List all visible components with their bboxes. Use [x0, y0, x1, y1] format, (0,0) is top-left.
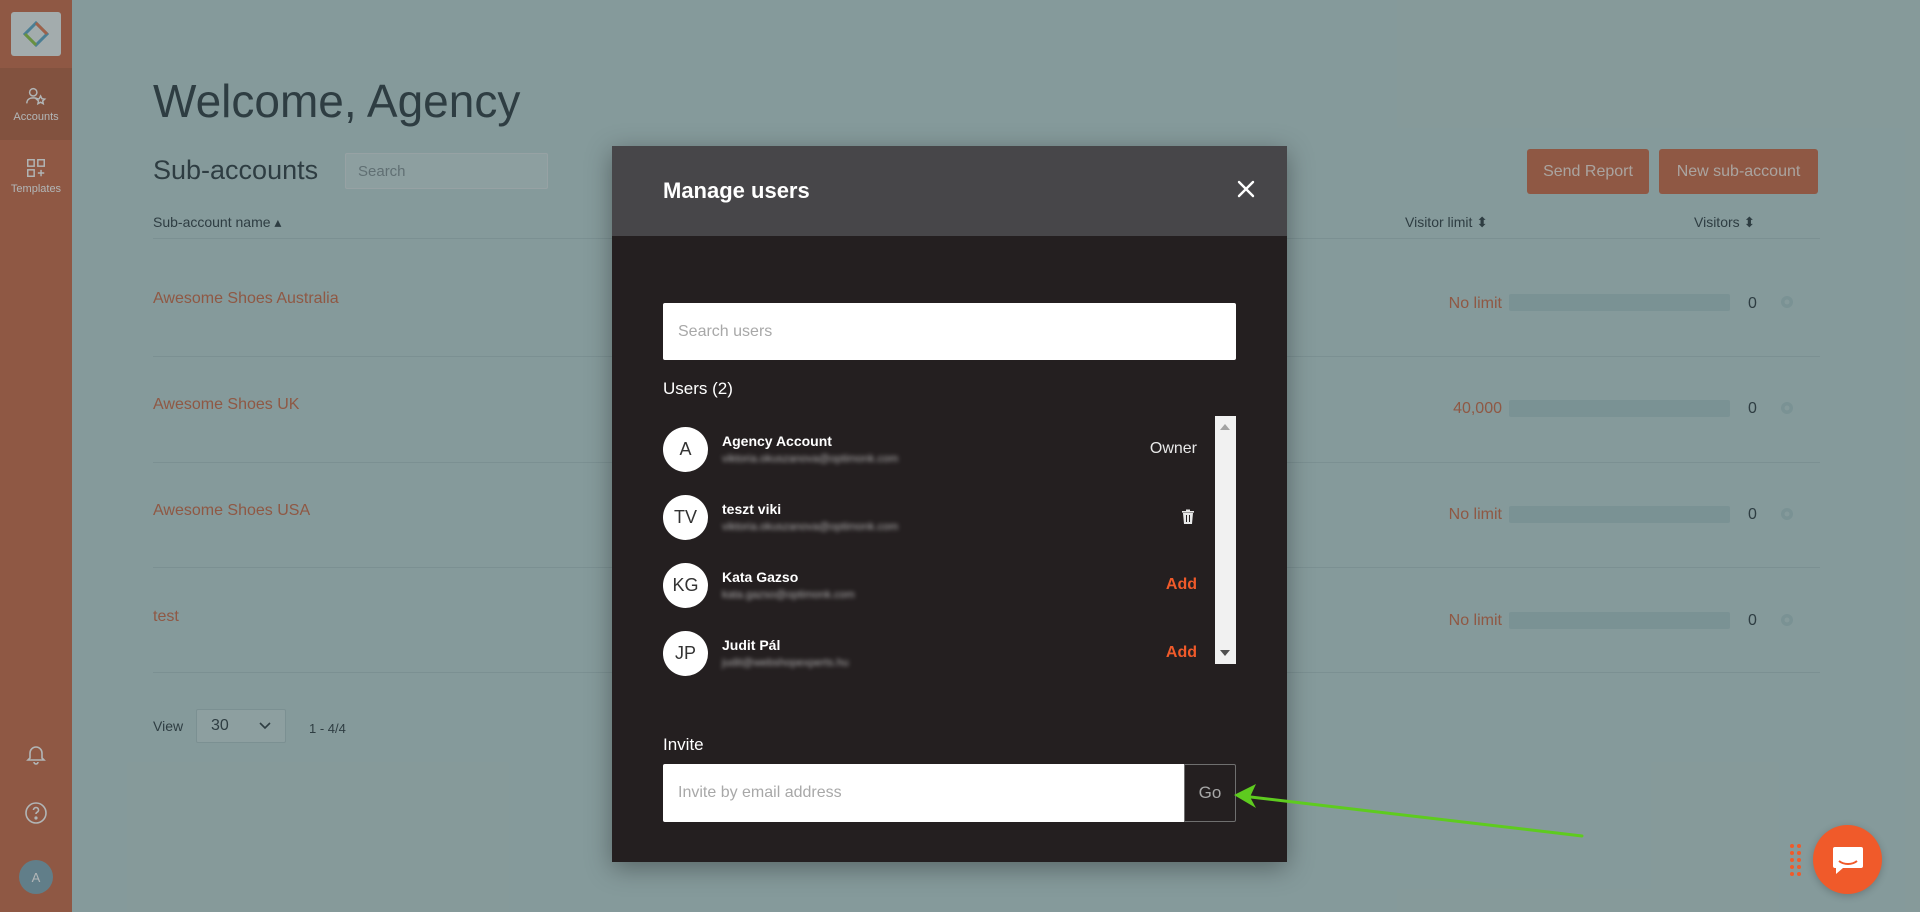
user-name: Kata Gazso	[722, 569, 799, 585]
user-email: viktoria.okuszanova@optimonk.com	[722, 453, 899, 465]
drag-handle-icon[interactable]	[1789, 842, 1803, 878]
avatar: KG	[663, 562, 708, 608]
add-user-button[interactable]: Add	[1166, 644, 1197, 662]
scroll-up-arrow[interactable]	[1220, 424, 1230, 430]
close-icon[interactable]	[1233, 176, 1259, 202]
search-users-input[interactable]	[663, 303, 1236, 360]
user-info: Judit Pál judit@webshopexperts.hu	[722, 637, 849, 669]
user-info: Agency Account viktoria.okuszanova@optim…	[722, 433, 898, 465]
user-info: teszt viki viktoria.okuszanova@optimonk.…	[722, 501, 898, 533]
user-name: Agency Account	[722, 433, 832, 449]
modal-title: Manage users	[663, 178, 810, 203]
list-item: TV teszt viki viktoria.okuszanova@optimo…	[663, 484, 1213, 550]
scroll-down-arrow[interactable]	[1220, 650, 1230, 656]
chat-icon	[1832, 846, 1863, 874]
modal-header: Manage users	[612, 146, 1287, 236]
annotation-arrow-icon	[1234, 784, 1584, 838]
invite-go-button[interactable]: Go	[1184, 764, 1236, 822]
user-email: judit@webshopexperts.hu	[722, 657, 849, 669]
user-list-scrollbar[interactable]	[1215, 416, 1236, 664]
avatar: TV	[663, 494, 708, 540]
trash-icon[interactable]	[1179, 508, 1197, 526]
list-item: A Agency Account viktoria.okuszanova@opt…	[663, 416, 1213, 482]
manage-users-modal: Manage users Users (2) A Agency Account …	[612, 146, 1287, 862]
user-email: viktoria.okuszanova@optimonk.com	[722, 521, 899, 533]
list-item: JP Judit Pál judit@webshopexperts.hu Add	[663, 620, 1213, 686]
avatar: JP	[663, 630, 708, 676]
add-user-button[interactable]: Add	[1166, 576, 1197, 594]
owner-badge: Owner	[1149, 440, 1197, 457]
user-list: A Agency Account viktoria.okuszanova@opt…	[663, 416, 1236, 676]
user-name: Judit Pál	[722, 637, 781, 653]
user-info: Kata Gazso kata.gazso@optimonk.com	[722, 569, 855, 601]
users-count-label: Users (2)	[663, 379, 733, 398]
chat-button[interactable]	[1813, 825, 1882, 894]
user-name: teszt viki	[722, 501, 782, 517]
invite-email-input[interactable]	[663, 764, 1184, 822]
user-email: kata.gazso@optimonk.com	[722, 589, 855, 601]
avatar: A	[663, 426, 708, 472]
invite-label: Invite	[663, 735, 704, 754]
list-item: KG Kata Gazso kata.gazso@optimonk.com Ad…	[663, 552, 1213, 618]
